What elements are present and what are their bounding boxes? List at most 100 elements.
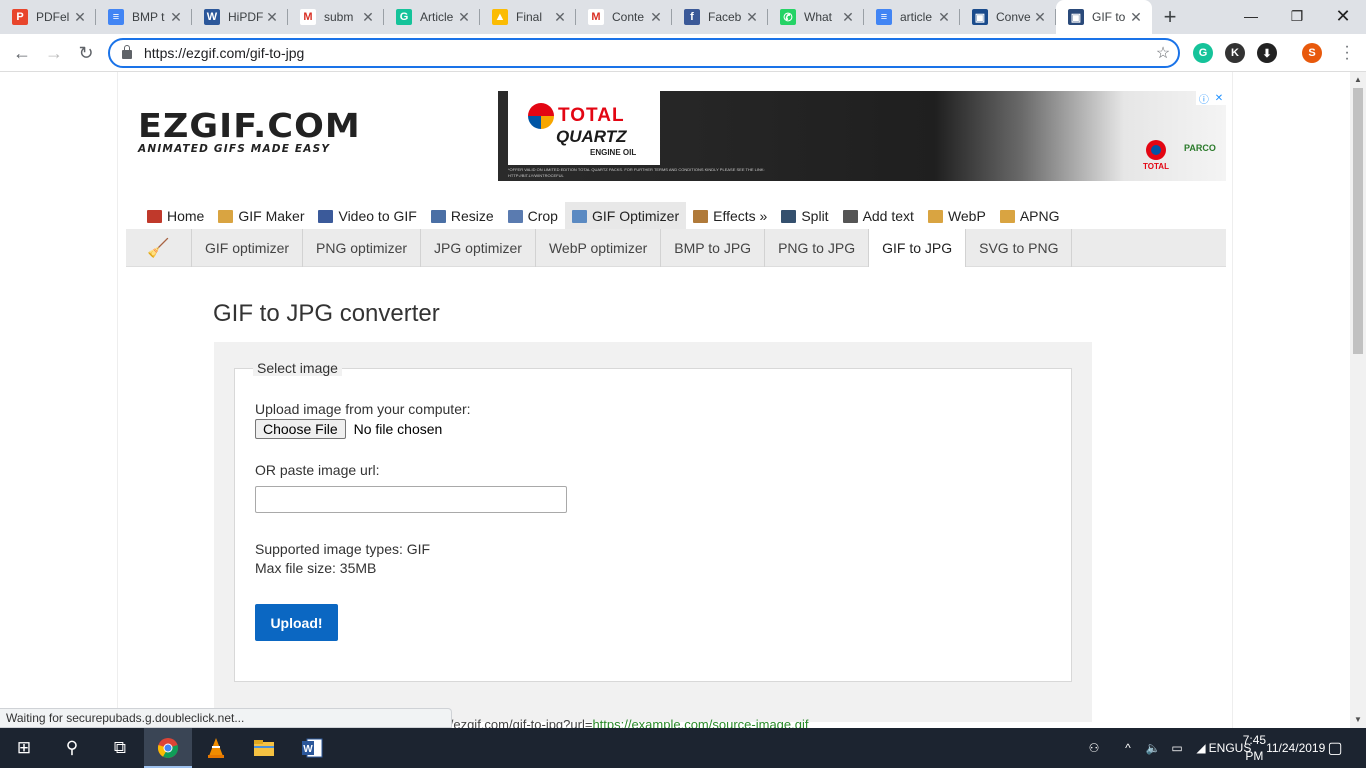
- tab-title: GIF to: [1092, 10, 1126, 24]
- nav-item-add-text[interactable]: Add text: [836, 202, 921, 230]
- browser-tab[interactable]: Msubm ✕: [288, 0, 384, 34]
- browser-tab[interactable]: ▣ GIF to ✕: [1056, 0, 1152, 34]
- tab-close-icon[interactable]: ✕: [552, 9, 568, 26]
- page-scrollbar[interactable]: ▲ ▼: [1350, 72, 1366, 728]
- reload-button[interactable]: ↻: [72, 40, 100, 66]
- bookmark-star-icon[interactable]: ☆: [1148, 43, 1178, 63]
- browser-tab[interactable]: P PDFel ✕: [0, 0, 96, 34]
- notifications-icon[interactable]: ▢: [1320, 728, 1350, 768]
- scrollbar-thumb[interactable]: [1353, 88, 1363, 354]
- url-input[interactable]: [144, 45, 1148, 61]
- task-view-icon[interactable]: ⧉: [96, 728, 144, 768]
- ad-brand: TOTAL: [558, 105, 625, 126]
- lock-icon: [122, 45, 132, 59]
- adchoices-icon[interactable]: ⓘ ✕: [1196, 91, 1226, 106]
- browser-tab[interactable]: ≡ BMP t ✕: [96, 0, 192, 34]
- people-icon[interactable]: ⚇: [1082, 728, 1106, 768]
- browser-tab[interactable]: M Conte ✕: [576, 0, 672, 34]
- tab-close-icon[interactable]: ✕: [456, 9, 472, 26]
- new-tab-button[interactable]: +: [1152, 0, 1188, 34]
- ad-product-sub: ENGINE OIL: [590, 148, 637, 157]
- search-icon[interactable]: ⚲: [48, 728, 96, 768]
- home-icon: [147, 209, 162, 223]
- nav-item-effects[interactable]: Effects »: [686, 202, 774, 230]
- nav-item-home[interactable]: Home: [140, 202, 211, 230]
- tab-close-icon[interactable]: ✕: [360, 9, 376, 26]
- ad-partner2-text: PARCO: [1184, 143, 1216, 153]
- nav-item-gif-maker[interactable]: GIF Maker: [211, 202, 311, 230]
- subnav-png-to-jpg[interactable]: PNG to JPG: [765, 229, 870, 267]
- scroll-down-icon[interactable]: ▼: [1350, 712, 1366, 728]
- upload-button[interactable]: Upload!: [255, 604, 338, 641]
- advertisement-banner[interactable]: TOTAL QUARTZ ENGINE OIL *OFFER VALID ON …: [498, 91, 1226, 181]
- browser-menu-icon[interactable]: · · ·: [1342, 39, 1352, 67]
- grammarly-extension-icon[interactable]: G: [1193, 43, 1213, 63]
- tab-close-icon[interactable]: ✕: [648, 9, 664, 26]
- nav-item-resize[interactable]: Resize: [424, 202, 501, 230]
- nav-item-label: Split: [801, 208, 829, 224]
- subnav-gif-to-jpg[interactable]: GIF to JPG: [869, 229, 967, 267]
- address-bar[interactable]: ☆: [108, 38, 1180, 68]
- ezgif-logo[interactable]: EZGIF.COM ANIMATED GIFS MADE EASY: [138, 109, 360, 155]
- ad-fine-print: *OFFER VALID ON LIMITED EDITION TOTAL QU…: [508, 167, 765, 178]
- status-bar: Waiting for securepubads.g.doubleclick.n…: [0, 708, 452, 728]
- subnav-png-optimizer[interactable]: PNG optimizer: [303, 229, 422, 267]
- browser-tab[interactable]: ≡ article ✕: [864, 0, 960, 34]
- close-window-button[interactable]: ✕: [1320, 0, 1366, 32]
- page-title: GIF to JPG converter: [213, 300, 440, 327]
- tab-title: Conte: [612, 10, 645, 24]
- profile-avatar[interactable]: S: [1302, 43, 1322, 63]
- nav-item-webp[interactable]: WebP: [921, 202, 993, 230]
- tab-close-icon[interactable]: ✕: [264, 9, 280, 26]
- windows-start-icon[interactable]: ⊞: [0, 728, 48, 768]
- back-button[interactable]: ←: [8, 40, 36, 66]
- clock[interactable]: 7:45 PM 11/24/2019: [1243, 728, 1326, 768]
- minimize-button[interactable]: —: [1228, 0, 1274, 32]
- nav-item-crop[interactable]: Crop: [501, 202, 565, 230]
- forward-button[interactable]: →: [40, 40, 68, 66]
- k-extension-icon[interactable]: K: [1225, 43, 1245, 63]
- choose-file-button[interactable]: Choose File: [255, 419, 346, 439]
- word-taskbar-icon[interactable]: W: [288, 728, 336, 768]
- browser-tab[interactable]: f Faceb ✕: [672, 0, 768, 34]
- subnav-webp-optimizer[interactable]: WebP optimizer: [536, 229, 662, 267]
- maximize-button[interactable]: ❐: [1274, 0, 1320, 32]
- browser-tab[interactable]: ▣ Conve ✕: [960, 0, 1056, 34]
- subnav-gif-optimizer[interactable]: GIF optimizer: [192, 229, 304, 267]
- browser-tab[interactable]: W HiPDF ✕: [192, 0, 288, 34]
- nav-item-gif-optimizer[interactable]: GIF Optimizer: [564, 202, 687, 230]
- page-viewport: EZGIF.COM ANIMATED GIFS MADE EASY TOTAL …: [0, 72, 1350, 728]
- download-extension-icon[interactable]: ⬇: [1257, 43, 1277, 63]
- tab-close-icon[interactable]: ✕: [936, 9, 952, 26]
- tab-close-icon[interactable]: ✕: [744, 9, 760, 26]
- vlc-taskbar-icon[interactable]: [192, 728, 240, 768]
- tab-favicon-icon: ✆: [780, 9, 796, 25]
- subnav-bmp-to-jpg[interactable]: BMP to JPG: [661, 229, 766, 267]
- subnav-svg-to-png[interactable]: SVG to PNG: [966, 229, 1073, 267]
- tab-close-icon[interactable]: ✕: [1128, 9, 1144, 26]
- nav-item-apng[interactable]: APNG: [993, 202, 1067, 230]
- fieldset-legend: Select image: [253, 360, 342, 376]
- windows-taskbar: ⊞ ⚲ ⧉ W ⚇ ^ 🔈 ▭ ◢ ENG US 7:45 PM 11/24/2…: [0, 728, 1366, 768]
- url-hint-link[interactable]: https://example.com/source-image.gif: [592, 717, 808, 728]
- nav-item-split[interactable]: Split: [774, 202, 835, 230]
- scroll-up-icon[interactable]: ▲: [1350, 72, 1366, 88]
- effects-icon: [693, 209, 709, 223]
- file-explorer-taskbar-icon[interactable]: [240, 728, 288, 768]
- tray-expand-icon[interactable]: ^: [1118, 728, 1138, 768]
- tab-title: Faceb: [708, 10, 742, 24]
- tab-close-icon[interactable]: ✕: [1032, 9, 1048, 26]
- subnav-jpg-optimizer[interactable]: JPG optimizer: [421, 229, 536, 267]
- tab-close-icon[interactable]: ✕: [168, 9, 184, 26]
- tab-close-icon[interactable]: ✕: [72, 9, 88, 26]
- browser-tab[interactable]: ▲ Final ✕: [480, 0, 576, 34]
- image-url-input[interactable]: [255, 486, 567, 513]
- nav-item-video-to-gif[interactable]: Video to GIF: [311, 202, 423, 230]
- chrome-taskbar-icon[interactable]: [144, 728, 192, 768]
- browser-tab[interactable]: ✆ What ✕: [768, 0, 864, 34]
- tab-close-icon[interactable]: ✕: [840, 9, 856, 26]
- browser-tab[interactable]: G Article ✕: [384, 0, 480, 34]
- tab-favicon-icon: P: [12, 9, 28, 25]
- battery-icon[interactable]: ▭: [1166, 728, 1188, 768]
- volume-icon[interactable]: 🔈: [1142, 728, 1164, 768]
